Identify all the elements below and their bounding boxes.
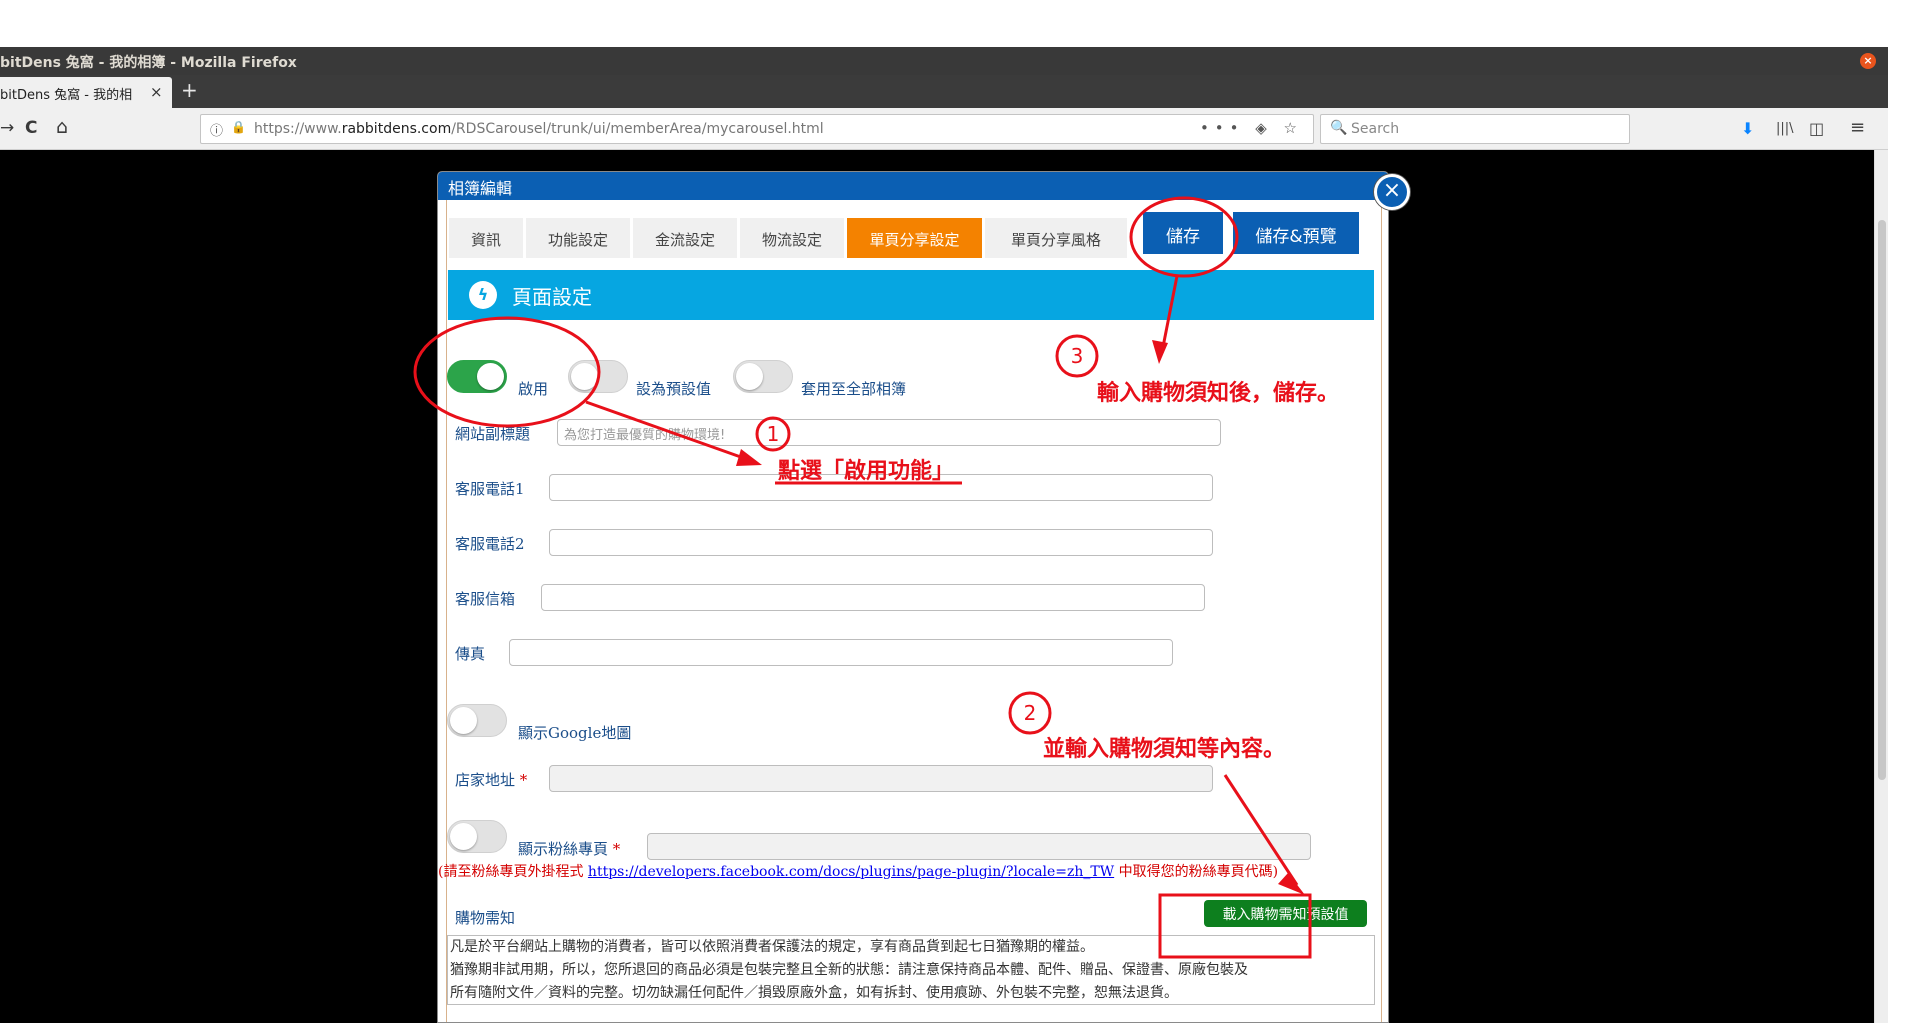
set-default-label: 設為預設值 (636, 380, 712, 398)
browser-tab-label: bitDens 兔窩 - 我的相 (0, 88, 133, 103)
reload-icon[interactable]: C (25, 118, 37, 138)
subtitle-label: 網站副標題 (455, 425, 531, 443)
page-settings-header: ϟ 頁面設定 (448, 270, 1374, 320)
subtitle-input[interactable]: 為您打造最優質的購物環境! (557, 419, 1221, 446)
google-map-label: 顯示Google地圖 (518, 724, 632, 742)
page-actions-icons[interactable]: ••• ◈ ☆ (1200, 119, 1303, 137)
section-title: 頁面設定 (512, 285, 592, 309)
save-button[interactable]: 儲存 (1143, 212, 1223, 254)
tab-close-icon[interactable]: × (150, 83, 163, 101)
toggle-knob (736, 363, 763, 390)
search-box[interactable]: 🔍 Search (1320, 114, 1630, 144)
fan-page-label: 顯示粉絲專頁 * (518, 840, 621, 858)
new-tab-button[interactable]: + (181, 78, 198, 102)
fan-page-note: (請至粉絲專頁外掛程式 https://developers.facebook.… (438, 864, 1279, 880)
tab-function-settings[interactable]: 功能設定 (526, 218, 630, 258)
set-default-toggle[interactable] (568, 360, 628, 393)
fan-page-input[interactable] (647, 833, 1311, 860)
dialog-close-button[interactable]: × (1374, 174, 1410, 210)
save-and-preview-button[interactable]: 儲存&預覽 (1233, 212, 1359, 254)
phone1-input[interactable] (549, 474, 1213, 501)
album-edit-dialog: 相簿編輯 資訊 功能設定 金流設定 物流設定 單頁分享設定 單頁分享風格 儲存 … (437, 171, 1389, 1023)
notice-line: 凡是於平台網站上購物的消費者，皆可以依照消費者保護法的規定，享有商品貨到起七日猶… (450, 939, 1094, 955)
download-icon[interactable]: ⬇ (1741, 119, 1754, 138)
enable-label: 啟用 (518, 380, 549, 398)
facebook-plugin-link[interactable]: https://developers.facebook.com/docs/plu… (588, 864, 1114, 880)
address-label: 店家地址 * (455, 771, 528, 789)
info-icon[interactable]: ⓘ (210, 120, 223, 139)
email-label: 客服信箱 (455, 590, 516, 608)
notice-line: 猶豫期非試用期，所以，您所退回的商品必須是包裝完整且全新的狀態：請注意保持商品本… (450, 962, 1248, 978)
address-input[interactable] (549, 765, 1213, 792)
email-input[interactable] (541, 584, 1205, 611)
search-placeholder: Search (1351, 121, 1400, 137)
url-text[interactable]: https://www.rabbitdens.com/RDSCarousel/t… (254, 121, 824, 137)
lock-icon: 🔒 (231, 120, 246, 134)
toggle-knob (450, 823, 477, 850)
phone2-label: 客服電話2 (455, 535, 525, 553)
forward-icon[interactable]: → (0, 118, 14, 138)
tab-single-page-share-settings[interactable]: 單頁分享設定 (847, 218, 982, 258)
tab-info[interactable]: 資訊 (449, 218, 523, 258)
phone2-input[interactable] (549, 529, 1213, 556)
dialog-header: 相簿編輯 (438, 172, 1388, 200)
enable-toggle[interactable] (447, 360, 507, 393)
load-notice-default-button[interactable]: 載入購物需知預設值 (1204, 900, 1367, 927)
toggle-knob (477, 363, 504, 390)
fax-input[interactable] (509, 639, 1173, 666)
apply-all-toggle[interactable] (733, 360, 793, 393)
phone1-label: 客服電話1 (455, 480, 525, 498)
lightning-icon: ϟ (469, 281, 497, 309)
home-icon[interactable]: ⌂ (56, 116, 68, 138)
window-title: bitDens 兔窩 - 我的相簿 - Mozilla Firefox (0, 55, 297, 71)
toggle-knob (450, 707, 477, 734)
menu-icon[interactable]: ≡ (1850, 117, 1865, 138)
page-scrollbar[interactable] (1874, 150, 1888, 1023)
browser-tabstrip: bitDens 兔窩 - 我的相 × + (0, 75, 1888, 108)
sidebar-icon[interactable]: ◫ (1809, 119, 1824, 138)
search-icon: 🔍 (1330, 120, 1348, 136)
fan-page-toggle[interactable] (447, 820, 507, 853)
dialog-title: 相簿編輯 (448, 179, 513, 198)
browser-navbar: → C ⌂ ⓘ 🔒 https://www.rabbitdens.com/RDS… (0, 108, 1888, 150)
shopping-notice-label: 購物需知 (455, 909, 516, 927)
notice-line: 所有隨附文件／資料的完整。切勿缺漏任何配件／損毀原廠外盒，如有拆封、使用痕跡、外… (450, 985, 1178, 1001)
window-close-button[interactable]: × (1860, 53, 1876, 69)
window-titlebar: bitDens 兔窩 - 我的相簿 - Mozilla Firefox × (0, 47, 1888, 75)
tab-payment-settings[interactable]: 金流設定 (633, 218, 737, 258)
tab-single-page-share-style[interactable]: 單頁分享風格 (985, 218, 1127, 258)
toggle-knob (571, 363, 598, 390)
shopping-notice-textarea[interactable]: 凡是於平台網站上購物的消費者，皆可以依照消費者保護法的規定，享有商品貨到起七日猶… (447, 935, 1375, 1005)
library-icon[interactable]: |||\ (1776, 121, 1794, 136)
apply-all-label: 套用至全部相簿 (801, 380, 907, 398)
scrollbar-thumb[interactable] (1878, 220, 1886, 780)
url-bar[interactable]: ⓘ 🔒 https://www.rabbitdens.com/RDSCarous… (200, 114, 1314, 144)
google-map-toggle[interactable] (447, 704, 507, 737)
tab-logistics-settings[interactable]: 物流設定 (740, 218, 844, 258)
browser-tab-active[interactable]: bitDens 兔窩 - 我的相 × (0, 77, 172, 108)
fax-label: 傳真 (455, 645, 486, 663)
